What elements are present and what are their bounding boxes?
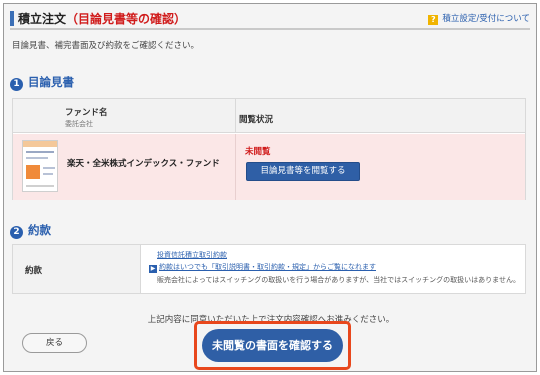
switching-note: 販売会社によってはスイッチングの取扱いを行う場合がありますが、当社ではスイッチン… xyxy=(157,276,520,284)
terms-label-cell: 約款 xyxy=(13,245,141,293)
confirm-unread-documents-button[interactable]: 未閲覧の書面を確認する xyxy=(202,329,343,362)
prospectus-table: ファンド名 委託会社 閲覧状況 楽天・全米株式インデックス・ファンド 未閲覧 目… xyxy=(12,98,526,200)
page-title-sub: （目論見書等の確認） xyxy=(66,12,187,26)
view-prospectus-button[interactable]: 目論見書等を閲覧する xyxy=(246,162,360,181)
arrow-right-icon: ▶ xyxy=(149,265,157,273)
table-header: ファンド名 委託会社 閲覧状況 xyxy=(13,99,525,133)
terms-anytime-link[interactable]: ▶ 約款はいつでも「取引説明書・取引約款・規定」からご覧になれます xyxy=(149,262,376,273)
thumbnail-line xyxy=(26,185,54,187)
section-title: 目論見書 xyxy=(28,75,74,89)
col-view-status: 閲覧状況 xyxy=(239,115,274,125)
section-number-badge: 1 xyxy=(10,78,23,91)
section-title: 約款 xyxy=(28,223,51,237)
intro-text: 目論見書、補完書面及び約款をご確認ください。 xyxy=(12,41,200,51)
column-divider xyxy=(235,99,236,133)
terms-label: 約款 xyxy=(25,266,43,276)
help-link[interactable]: ? 積立設定/受付について xyxy=(428,12,530,25)
page-title-main: 積立注文 xyxy=(18,12,67,26)
header-accent-bar xyxy=(10,11,14,26)
column-divider xyxy=(235,134,236,200)
prospectus-thumbnail xyxy=(22,140,58,192)
fund-name: 楽天・全米株式インデックス・ファンド xyxy=(67,159,220,169)
order-frame: 積立注文（目論見書等の確認） ? 積立設定/受付について 目論見書、補完書面及び約… xyxy=(3,3,537,372)
col-fund-name: ファンド名 xyxy=(65,108,108,118)
thumbnail-line xyxy=(26,157,48,159)
back-button[interactable]: 戻る xyxy=(22,333,87,353)
terms-anytime-link-label: 約款はいつでも「取引説明書・取引約款・規定」からご覧になれます xyxy=(159,263,376,271)
thumbnail-block xyxy=(26,165,40,179)
section-terms-heading: 2 約款 xyxy=(10,222,51,239)
help-link-label: 積立設定/受付について xyxy=(442,14,530,24)
thumbnail-line xyxy=(43,173,53,175)
status-badge: 未閲覧 xyxy=(245,147,271,157)
thumbnail-band xyxy=(23,141,57,147)
table-row: 楽天・全米株式インデックス・ファンド 未閲覧 目論見書等を閲覧する xyxy=(13,134,525,200)
confirm-highlight-frame: 未閲覧の書面を確認する xyxy=(194,321,351,370)
col-fund-company: 委託会社 xyxy=(65,120,93,128)
terms-document-link[interactable]: 投資信託積立取引約款 xyxy=(157,250,227,260)
page-title: 積立注文（目論見書等の確認） xyxy=(18,10,186,27)
thumbnail-line xyxy=(26,151,54,153)
terms-table: 約款 投資信託積立取引約款 ▶ 約款はいつでも「取引説明書・取引約款・規定」からご… xyxy=(12,244,526,294)
section-number-badge: 2 xyxy=(10,226,23,239)
page-header: 積立注文（目論見書等の確認） ? 積立設定/受付について xyxy=(10,8,530,30)
question-icon: ? xyxy=(428,15,439,25)
thumbnail-line xyxy=(43,167,55,169)
section-prospectus-heading: 1 目論見書 xyxy=(10,74,74,91)
